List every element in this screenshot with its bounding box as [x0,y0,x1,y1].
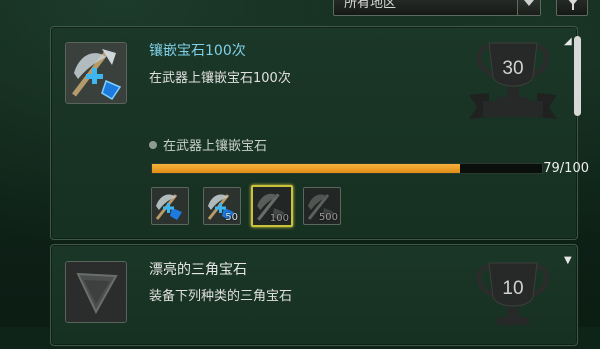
achievement-description: 在武器上镶嵌宝石100次 [149,71,291,86]
achievement-list[interactable]: 镶嵌宝石100次 在武器上镶嵌宝石100次 30 ◢ 在武器上镶嵌宝石 79/1… [46,22,589,346]
filter-bar: 所有地区 [0,0,600,20]
achievement-points: 10 [502,278,524,299]
achievement-description: 装备下列种类的三角宝石 [149,289,293,304]
region-dropdown-value: 所有地区 [344,0,397,11]
criteria-item: 在武器上镶嵌宝石 [149,135,267,154]
trophy-icon: 30 [467,37,559,125]
reward-slot-3[interactable]: 100 [251,185,293,227]
progress-bar [151,163,543,174]
bullet-icon [149,141,157,149]
reward-slot-2[interactable]: 50 [203,187,241,225]
expand-toggle-icon[interactable]: ▼ [564,255,572,266]
reward-slot-1[interactable] [151,187,189,225]
reward-count: 100 [269,213,289,224]
progress-text: 79/100 [543,161,589,176]
chevron-down-icon[interactable] [517,0,540,15]
achievement-title: 镶嵌宝石100次 [149,43,246,59]
achievement-points: 30 [502,58,524,79]
reward-slot-4[interactable]: 500 [303,187,341,225]
criteria-label: 在武器上镶嵌宝石 [163,139,268,154]
funnel-icon [568,0,578,10]
achievement-card[interactable]: 漂亮的三角宝石 装备下列种类的三角宝石 10 ▼ [50,244,578,346]
trophy-icon: 10 [467,257,559,345]
filter-button[interactable] [556,0,588,16]
progress-fill [152,164,461,173]
weapon-gem-socket-icon [65,42,127,104]
reward-count: 500 [318,212,338,223]
reward-count: 50 [225,212,238,223]
scrollbar-thumb[interactable] [574,36,581,116]
triangle-gem-icon [65,261,127,323]
expand-toggle-icon[interactable]: ◢ [564,36,572,47]
weapon-gem-icon [155,194,182,220]
region-dropdown[interactable]: 所有地区 [333,0,541,16]
achievement-card[interactable]: 镶嵌宝石100次 在武器上镶嵌宝石100次 30 ◢ 在武器上镶嵌宝石 79/1… [50,26,589,240]
achievement-title: 漂亮的三角宝石 [149,262,247,278]
